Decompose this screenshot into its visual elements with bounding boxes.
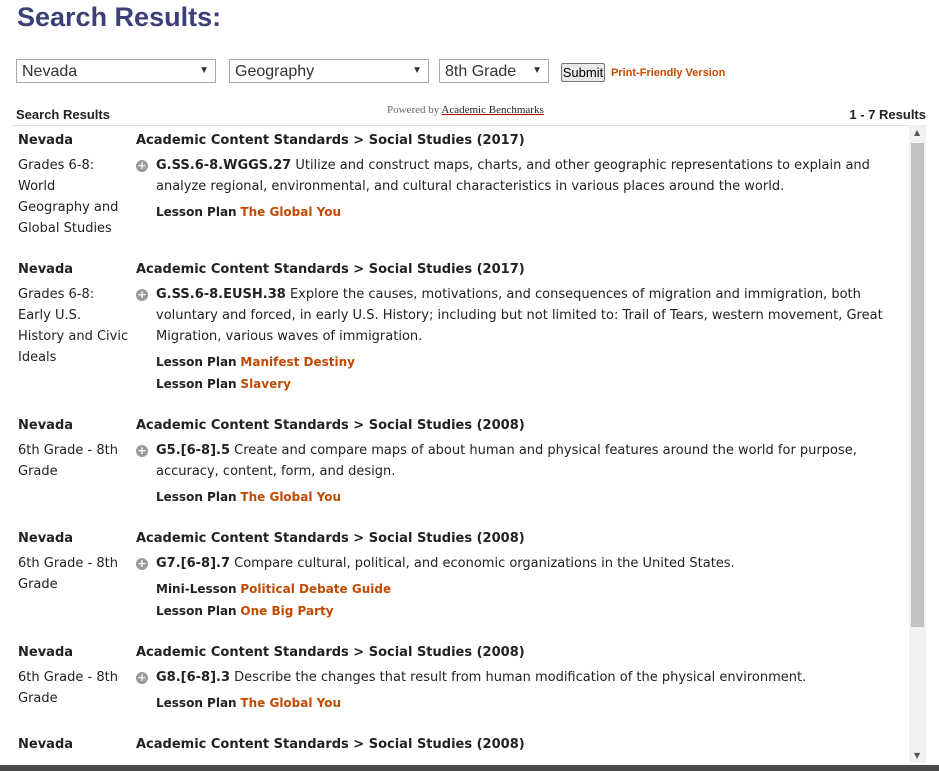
lesson-kind: Lesson Plan <box>156 490 237 504</box>
lesson-item: Lesson Plan One Big Party <box>156 600 886 622</box>
lesson-link[interactable]: Political Debate Guide <box>240 582 391 596</box>
lesson-item: Lesson Plan Manifest Destiny <box>156 351 886 373</box>
state-select[interactable]: Nevada ▼ <box>16 59 216 83</box>
result-standard: Academic Content Standards > Social Stud… <box>136 418 525 433</box>
result-body: + G5.[6-8].5 Create and compare maps of a… <box>136 440 886 508</box>
standard-code: G.SS.6-8.WGGS.27 <box>156 158 292 173</box>
scroll-down-icon[interactable]: ▼ <box>914 751 920 760</box>
scrollbar-thumb[interactable] <box>911 143 924 627</box>
print-friendly-link[interactable]: Print-Friendly Version <box>611 67 725 79</box>
result-grade: 6th Grade - 8th Grade <box>18 443 118 479</box>
result-state: Nevada <box>18 133 74 148</box>
lesson-kind: Mini-Lesson <box>156 582 237 596</box>
lesson-kind: Lesson Plan <box>156 377 237 391</box>
lesson-kind: Lesson Plan <box>156 205 237 219</box>
standard-text: Compare cultural, political, and economi… <box>234 556 735 571</box>
state-select-value: Nevada <box>22 63 78 80</box>
standard-code: G5.[6-8].5 <box>156 443 231 458</box>
standard-description: G.SS.6-8.EUSH.38 Explore the causes, mot… <box>156 284 886 347</box>
result-grade: Grades 6-8: World Geography and Global S… <box>18 158 119 236</box>
chevron-down-icon: ▼ <box>532 65 542 76</box>
standard-text: Create and compare maps of about human a… <box>156 443 857 479</box>
result-grade: 6th Grade - 8th Grade <box>18 556 118 592</box>
lesson-link[interactable]: One Big Party <box>240 604 333 618</box>
result-state: Nevada <box>18 531 74 546</box>
standard-description: G7.[6-8].7 Compare cultural, political, … <box>156 553 886 574</box>
lesson-kind: Lesson Plan <box>156 696 237 710</box>
standard-code: G7.[6-8].7 <box>156 556 231 571</box>
standard-description: G8.[6-8].3 Describe the changes that res… <box>156 667 886 688</box>
result-grade: Grades 6-8: Early U.S. History and Civic… <box>18 287 129 365</box>
lesson-link[interactable]: The Global You <box>240 490 341 504</box>
expand-plus-icon[interactable]: + <box>136 672 148 684</box>
subject-select[interactable]: Geography ▼ <box>229 59 429 83</box>
standard-description: G.SS.6-8.WGGS.27 Utilize and construct m… <box>156 155 886 197</box>
submit-button[interactable]: Submit <box>561 63 605 82</box>
expand-plus-icon[interactable]: + <box>136 289 148 301</box>
result-state: Nevada <box>18 418 74 433</box>
academic-benchmarks-link[interactable]: Academic Benchmarks <box>441 104 543 116</box>
lesson-item: Mini-Lesson Political Debate Guide <box>156 578 886 600</box>
chevron-down-icon: ▼ <box>412 65 422 76</box>
lesson-link[interactable]: The Global You <box>240 696 341 710</box>
result-state: Nevada <box>18 645 74 660</box>
result-body: + G8.[6-8].3 Describe the changes that re… <box>136 667 886 714</box>
expand-plus-icon[interactable]: + <box>136 558 148 570</box>
standard-code: G8.[6-8].3 <box>156 670 231 685</box>
result-standard: Academic Content Standards > Social Stud… <box>136 133 525 148</box>
result-standard: Academic Content Standards > Social Stud… <box>136 262 525 277</box>
standard-description: G5.[6-8].5 Create and compare maps of ab… <box>156 440 886 482</box>
standard-code: G.SS.6-8.EUSH.38 <box>156 287 286 302</box>
result-standard: Academic Content Standards > Social Stud… <box>136 737 525 752</box>
lesson-item: Lesson Plan The Global You <box>156 692 886 714</box>
powered-by: Powered by Academic Benchmarks <box>387 104 544 116</box>
result-grade: 6th Grade - 8th Grade <box>18 670 118 706</box>
grade-select-value: 8th Grade <box>445 63 517 80</box>
expand-plus-icon[interactable]: + <box>136 445 148 457</box>
page-title: Search Results: <box>17 2 222 32</box>
result-body: + G.SS.6-8.EUSH.38 Explore the causes, mo… <box>136 284 886 395</box>
bottom-bar <box>0 765 939 771</box>
lesson-kind: Lesson Plan <box>156 355 237 369</box>
result-standard: Academic Content Standards > Social Stud… <box>136 645 525 660</box>
result-state: Nevada <box>18 262 74 277</box>
lesson-kind: Lesson Plan <box>156 604 237 618</box>
result-body: + G.SS.6-8.WGGS.27 Utilize and construct … <box>136 155 886 223</box>
result-body: + G7.[6-8].7 Compare cultural, political,… <box>136 553 886 622</box>
results-label: Search Results <box>16 107 110 122</box>
scroll-up-icon[interactable]: ▲ <box>914 128 920 137</box>
scrollbar[interactable]: ▲ ▼ <box>909 125 926 763</box>
lesson-link[interactable]: Manifest Destiny <box>240 355 355 369</box>
chevron-down-icon: ▼ <box>199 65 209 76</box>
lesson-item: Lesson Plan Slavery <box>156 373 886 395</box>
powered-prefix: Powered by <box>387 104 440 116</box>
lesson-link[interactable]: The Global You <box>240 205 341 219</box>
lesson-item: Lesson Plan The Global You <box>156 201 886 223</box>
grade-select[interactable]: 8th Grade ▼ <box>439 59 549 83</box>
subject-select-value: Geography <box>235 63 315 80</box>
results-count: 1 - 7 Results <box>849 107 926 122</box>
results-list[interactable]: Nevada Academic Content Standards > Socia… <box>12 125 927 764</box>
result-state: Nevada <box>18 737 74 752</box>
standard-text: Describe the changes that result from hu… <box>234 670 807 685</box>
expand-plus-icon[interactable]: + <box>136 160 148 172</box>
lesson-link[interactable]: Slavery <box>240 377 291 391</box>
result-standard: Academic Content Standards > Social Stud… <box>136 531 525 546</box>
lesson-item: Lesson Plan The Global You <box>156 486 886 508</box>
